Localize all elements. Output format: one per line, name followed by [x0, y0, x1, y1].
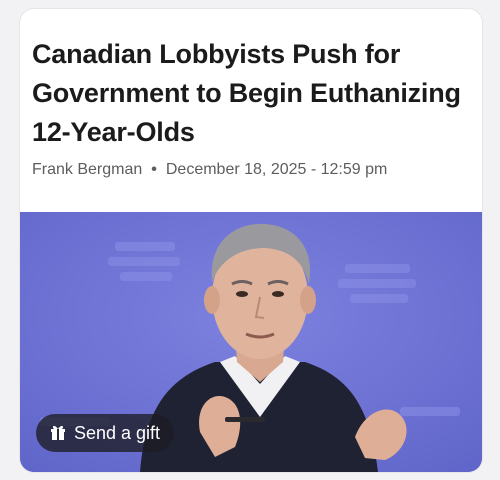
gift-icon	[48, 423, 68, 443]
byline-separator: •	[151, 161, 157, 178]
article-card[interactable]: Canadian Lobbyists Push for Government t…	[20, 9, 482, 472]
article-headline[interactable]: Canadian Lobbyists Push for Government t…	[32, 35, 472, 152]
send-gift-button[interactable]: Send a gift	[36, 414, 175, 452]
author-name[interactable]: Frank Bergman	[32, 161, 142, 178]
publish-date: December 18, 2025 - 12:59 pm	[165, 161, 388, 178]
send-gift-label: Send a gift	[74, 422, 161, 443]
byline: Frank Bergman • December 18, 2025 - 12:59 …	[32, 160, 387, 180]
